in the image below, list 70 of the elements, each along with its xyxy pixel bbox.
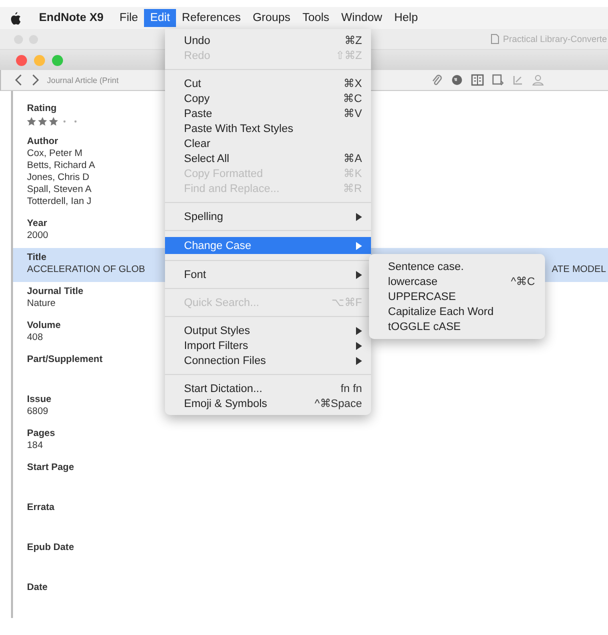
menu-bar-item[interactable]: Edit (144, 9, 176, 27)
menu-item[interactable]: lowercase ^⌘C (369, 274, 545, 289)
menu-item[interactable]: Emoji & Symbols ^⌘Space (165, 396, 371, 411)
field-label: Part/Supplement (27, 354, 102, 366)
document-icon (490, 34, 499, 44)
field-value: 408 (27, 332, 43, 344)
menu-item[interactable]: UPPERCASE (369, 289, 545, 304)
menu-item[interactable]: Start Dictation... fn fn (165, 381, 371, 396)
submenu-item[interactable]: Font (165, 267, 371, 282)
submenu-item[interactable]: Output Styles (165, 323, 371, 338)
app-name[interactable]: EndNote X9 (33, 12, 110, 24)
menu-item[interactable]: Paste With Text Styles (165, 121, 371, 136)
field-value: Cox, Peter M (27, 148, 82, 160)
menu-bar-item[interactable]: Groups (246, 9, 296, 27)
menu-item[interactable]: Sentence case. (369, 259, 545, 274)
field-value: Nature (27, 298, 56, 310)
field-label: Author (27, 136, 58, 148)
menu-item[interactable]: Clear (165, 136, 371, 151)
zoom-button[interactable] (52, 54, 63, 66)
back-icon[interactable] (15, 74, 23, 86)
submenu-arrow-icon (356, 242, 362, 250)
field-value: Totterdell, Ian J (27, 196, 92, 208)
star-icon (27, 117, 36, 126)
person-icon[interactable] (532, 74, 544, 86)
close-button[interactable] (16, 54, 27, 66)
menu-bar-item[interactable]: Tools (296, 9, 336, 27)
field-label: Rating (27, 103, 57, 115)
submenu-item[interactable]: Connection Files (165, 353, 371, 368)
menu-bar-item[interactable]: File (114, 9, 144, 27)
menu-item[interactable]: Select All ⌘A (165, 151, 371, 166)
star-icon (38, 117, 47, 126)
menu-bar-item[interactable]: Window (335, 9, 388, 27)
forward-icon[interactable] (31, 74, 39, 86)
field-value: ATE MODEL (552, 264, 606, 276)
menu-item[interactable]: Paste ⌘V (165, 106, 371, 121)
menu-item[interactable]: Copy ⌘C (165, 91, 371, 106)
field-value: Betts, Richard A (27, 160, 96, 172)
field-label: Issue (27, 394, 52, 406)
menu-item[interactable]: Cut ⌘X (165, 76, 371, 91)
field-value: Spall, Steven A (27, 184, 92, 196)
menu-bar-item[interactable]: References (176, 9, 247, 27)
field-label: Journal Title (27, 286, 84, 298)
field-label: Volume (27, 320, 61, 332)
field-label: Date (27, 582, 48, 594)
field-label: Year (27, 218, 48, 230)
field-label: Pages (27, 428, 55, 440)
menu-bar-item[interactable]: Help (388, 9, 424, 27)
field-value: 2000 (27, 230, 48, 242)
field-value: ACCELERATION OF GLOB (27, 264, 146, 276)
star-icon (49, 117, 58, 126)
paperclip-icon[interactable] (431, 74, 443, 86)
menu-item[interactable]: Capitalize Each Word (369, 304, 545, 319)
submenu-arrow-icon (356, 212, 362, 220)
field-value: Jones, Chris D (27, 172, 90, 184)
field-label: Epub Date (27, 542, 74, 554)
book-icon[interactable] (471, 74, 484, 86)
apple-icon[interactable] (10, 12, 21, 24)
menu-item[interactable]: Undo ⌘Z (165, 33, 371, 48)
field-value: 184 (27, 440, 43, 452)
field-label: Start Page (27, 462, 74, 474)
window-title: Practical Library-Converte (502, 34, 607, 44)
menu-item[interactable]: tOGGLE cASE (369, 319, 545, 334)
field-label: Errata (27, 502, 54, 514)
field-label: Title (27, 252, 46, 264)
field-value: 6809 (27, 406, 48, 418)
submenu-arrow-icon (356, 270, 362, 278)
submenu-item[interactable]: Change Case (165, 237, 371, 254)
document-icon[interactable] (492, 74, 504, 86)
submenu-item[interactable]: Import Filters (165, 338, 371, 353)
submenu-item[interactable]: Spelling (165, 209, 371, 224)
